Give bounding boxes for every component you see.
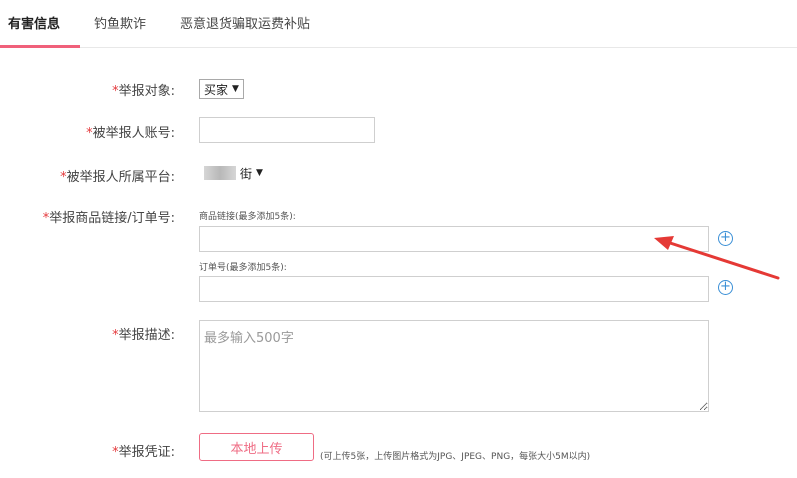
caret-down-icon: ▼: [256, 168, 263, 178]
evidence-label: *举报凭证:: [112, 441, 175, 460]
redacted-platform-name: [204, 166, 236, 180]
upload-note: (可上传5张，上传图片格式为JPG、JPEG、PNG，每张大小5M以内): [320, 452, 591, 462]
account-label-text: 被举报人账号:: [92, 126, 175, 141]
active-tab-indicator: [0, 45, 80, 48]
platform-select[interactable]: 街 ▼: [199, 163, 268, 183]
account-input[interactable]: [199, 117, 375, 143]
platform-label-text: 被举报人所属平台:: [66, 170, 175, 185]
account-label: *被举报人账号:: [86, 122, 175, 141]
goods-link-input[interactable]: [199, 226, 709, 252]
local-upload-button[interactable]: 本地上传: [199, 433, 314, 461]
target-select[interactable]: 买家 ▼: [199, 79, 244, 99]
links-label: *举报商品链接/订单号:: [43, 207, 175, 226]
tab-harmful-info[interactable]: 有害信息: [8, 13, 60, 32]
tab-phishing-fraud[interactable]: 钓鱼欺诈: [94, 13, 146, 32]
caret-down-icon: ▼: [232, 84, 239, 94]
target-label-text: 举报对象:: [118, 84, 175, 99]
description-label: *举报描述:: [112, 324, 175, 343]
platform-select-value: 街: [240, 166, 253, 181]
evidence-label-text: 举报凭证:: [118, 445, 175, 460]
description-label-text: 举报描述:: [118, 328, 175, 343]
goods-link-hint: 商品链接(最多添加5条):: [199, 212, 296, 222]
target-label: *举报对象:: [112, 80, 175, 99]
links-label-text: 举报商品链接/订单号:: [49, 211, 175, 226]
tab-malicious-return[interactable]: 恶意退货骗取运费补贴: [180, 13, 310, 32]
tab-bar: 有害信息 钓鱼欺诈 恶意退货骗取运费补贴: [0, 0, 797, 48]
target-select-value: 买家: [204, 82, 229, 97]
order-number-input[interactable]: [199, 276, 709, 302]
description-textarea[interactable]: [199, 320, 709, 412]
order-number-hint: 订单号(最多添加5条):: [199, 263, 287, 273]
red-arrow-annotation: [654, 236, 780, 280]
platform-label: *被举报人所属平台:: [60, 166, 175, 185]
